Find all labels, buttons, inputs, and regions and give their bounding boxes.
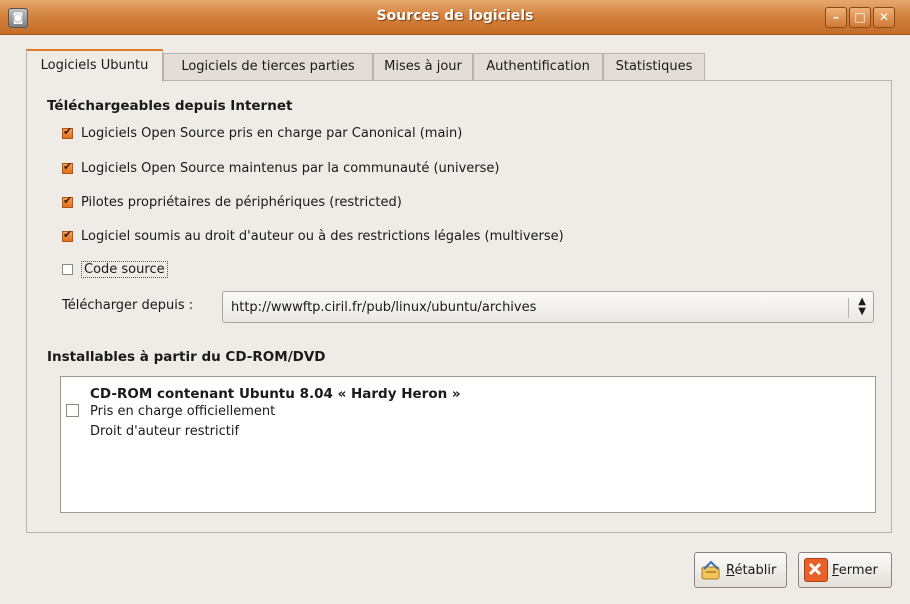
window-title: Sources de logiciels — [376, 8, 534, 24]
tab-mises-a-jour[interactable]: Mises à jour — [373, 53, 473, 80]
title-bar[interactable]: ◙ Sources de logiciels – □ ✕ — [0, 0, 910, 35]
checkbox-multiverse-label: Logiciel soumis au droit d'auteur ou à d… — [81, 228, 564, 244]
cdrom-checkbox[interactable] — [66, 404, 79, 417]
download-server-value: http://wwwftp.ciril.fr/pub/linux/ubuntu/… — [231, 300, 537, 315]
minimize-button[interactable]: – — [825, 7, 847, 28]
checkbox-main-label: Logiciels Open Source pris en charge par… — [81, 125, 463, 141]
checkbox-icon[interactable] — [62, 125, 73, 139]
checkbox-icon[interactable] — [62, 160, 73, 174]
tab-statistiques[interactable]: Statistiques — [603, 53, 705, 80]
internet-section-title: Téléchargeables depuis Internet — [47, 98, 293, 114]
close-button[interactable]: Fermer — [798, 552, 892, 588]
checkbox-restricted[interactable]: Pilotes propriétaires de périphériques (… — [62, 192, 402, 212]
maximize-icon: □ — [854, 10, 866, 24]
cdrom-list[interactable]: CD-ROM contenant Ubuntu 8.04 « Hardy Her… — [60, 376, 876, 513]
tab-authentification[interactable]: Authentification — [473, 53, 603, 80]
revert-label: Rétablir — [726, 562, 777, 578]
combo-separator — [848, 298, 849, 318]
checkbox-multiverse[interactable]: Logiciel soumis au droit d'auteur ou à d… — [62, 226, 564, 246]
download-server-combo[interactable]: http://wwwftp.ciril.fr/pub/linux/ubuntu/… — [222, 291, 874, 323]
close-icon — [804, 558, 828, 582]
checkbox-icon[interactable] — [62, 228, 73, 242]
maximize-button[interactable]: □ — [849, 7, 871, 28]
cdrom-entry-title: CD-ROM contenant Ubuntu 8.04 « Hardy Her… — [90, 386, 461, 402]
checkbox-universe-label: Logiciels Open Source maintenus par la c… — [81, 160, 500, 176]
close-label: Fermer — [832, 562, 878, 578]
minimize-icon: – — [833, 10, 839, 24]
cdrom-entry-support: Pris en charge officiellement — [90, 404, 276, 419]
revert-icon — [700, 559, 722, 581]
tab-logiciels-ubuntu[interactable]: Logiciels Ubuntu — [26, 49, 163, 82]
tab-tierces-parties[interactable]: Logiciels de tierces parties — [163, 53, 373, 80]
checkbox-source-label: Code source — [81, 260, 168, 278]
checkbox-universe[interactable]: Logiciels Open Source maintenus par la c… — [62, 158, 500, 178]
checkbox-main[interactable]: Logiciels Open Source pris en charge par… — [62, 123, 462, 143]
close-icon: ✕ — [878, 10, 890, 24]
download-from-label: Télécharger depuis : — [62, 298, 194, 313]
cdrom-section-title: Installables à partir du CD-ROM/DVD — [47, 349, 326, 365]
checkbox-icon[interactable] — [62, 263, 73, 275]
checkbox-source[interactable]: Code source — [62, 259, 168, 279]
checkbox-restricted-label: Pilotes propriétaires de périphériques (… — [81, 194, 402, 210]
revert-button[interactable]: Rétablir — [694, 552, 787, 588]
close-window-button[interactable]: ✕ — [873, 7, 895, 28]
checkbox-icon[interactable] — [62, 194, 73, 208]
cdrom-entry-copyright: Droit d'auteur restrictif — [90, 424, 240, 439]
updown-arrow-icon: ▲ ▼ — [858, 296, 866, 317]
